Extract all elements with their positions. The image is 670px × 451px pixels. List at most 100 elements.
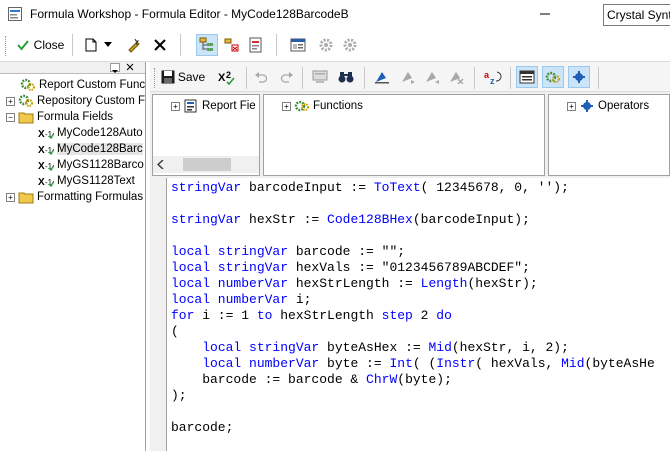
tree-close-button[interactable]: [124, 63, 136, 72]
code-keyword: Mid: [561, 356, 585, 371]
formula-field-icon: X -1: [38, 161, 54, 172]
folder-icon: [18, 192, 34, 204]
code-text: (hexStr, i, 2);: [451, 340, 569, 355]
code-line: local numberVar byte := Int( (Instr( hex…: [171, 356, 655, 371]
code-text: ( (: [412, 356, 437, 371]
show-report-button[interactable]: [246, 34, 266, 56]
code-text: byte :=: [319, 356, 390, 371]
clear-bookmarks-button[interactable]: [446, 66, 466, 88]
code-line: local numberVar hexStrLength := Length(h…: [171, 276, 538, 291]
sort-alphabetically-button[interactable]: az: [482, 66, 504, 88]
report-icon: [249, 37, 262, 53]
code-text: barcodeInput :=: [241, 180, 374, 195]
tree-item-formatting-formulas[interactable]: + Formatting Formulas: [0, 189, 145, 205]
previous-bookmark-icon: [426, 72, 439, 84]
tree-item-label: Formula Fields: [37, 111, 114, 123]
toggle-operator-tree-button[interactable]: [568, 66, 590, 88]
tree-item-report-custom-functions[interactable]: Report Custom Func: [0, 77, 145, 93]
code-line: (: [171, 324, 179, 339]
svg-text:X: X: [218, 72, 226, 84]
code-keyword: Instr: [436, 356, 476, 371]
scrollbar-thumb[interactable]: [183, 158, 231, 171]
horizontal-scrollbar[interactable]: [153, 156, 259, 173]
dropdown-arrow-icon: [104, 42, 112, 47]
collapse-toggle[interactable]: −: [6, 112, 15, 122]
delete-button[interactable]: [150, 34, 170, 56]
show-formula-button[interactable]: [222, 34, 242, 56]
next-bookmark-button[interactable]: [398, 66, 418, 88]
main-toolbar: Close: [0, 28, 670, 62]
check-syntax-icon: X2: [218, 70, 235, 85]
editor-toolbar: Save X2 az: [150, 62, 670, 92]
find-button[interactable]: [336, 66, 356, 88]
report-fields-icon: [184, 99, 197, 113]
new-button[interactable]: [82, 34, 100, 56]
code-text: (hexStr);: [467, 276, 538, 291]
bookmark-icon: [375, 72, 389, 84]
svg-text:X: X: [38, 161, 45, 172]
toggle-tree-button[interactable]: [196, 34, 218, 56]
close-button[interactable]: Close: [14, 34, 66, 56]
code-keyword: for: [171, 308, 195, 323]
previous-bookmark-button[interactable]: [422, 66, 442, 88]
properties-icon: [290, 38, 306, 52]
code-line: for i := 1 to hexStrLength step 2 do: [171, 308, 452, 323]
close-icon: [126, 63, 134, 71]
code-text: ( hexVals,: [475, 356, 562, 371]
new-dropdown-button[interactable]: [102, 34, 114, 56]
tree-item-formula[interactable]: X -1 MyGS1128Text: [0, 173, 145, 189]
report-fields-label[interactable]: Report Fie: [202, 100, 256, 112]
custom-function-icon: [20, 78, 35, 91]
code-text: (barcodeInput);: [412, 212, 530, 227]
binoculars-icon: [338, 72, 354, 83]
operators-label[interactable]: Operators: [598, 100, 649, 112]
gear-icon: [319, 38, 333, 52]
options-button[interactable]: [288, 34, 308, 56]
undo-button[interactable]: [252, 66, 270, 88]
tree-item-formula[interactable]: X -1 MyCode128Auto: [0, 125, 145, 141]
code-text: barcode := "";: [288, 244, 406, 259]
minimize-button[interactable]: [522, 0, 568, 28]
gear-icon: [343, 38, 357, 52]
code-text: (byte);: [397, 372, 452, 387]
functions-label[interactable]: Functions: [313, 100, 363, 112]
code-text: (: [171, 324, 179, 339]
window-title: Formula Workshop - Formula Editor - MyCo…: [30, 7, 349, 21]
settings-button-1[interactable]: [316, 34, 336, 56]
code-keyword: stringVar: [171, 180, 242, 195]
functions-icon: [294, 100, 309, 112]
settings-button-2[interactable]: [340, 34, 360, 56]
code-keyword: local numberVar: [171, 292, 289, 307]
code-keyword: ToText: [373, 180, 421, 195]
formula-field-icon: X -1: [38, 129, 54, 140]
formula-text-editor[interactable]: stringVar barcodeInput := ToText( 123456…: [166, 178, 670, 451]
undo-icon: [255, 72, 268, 83]
code-text: 2: [412, 308, 437, 323]
toggle-function-tree-button[interactable]: [542, 66, 564, 88]
svg-text:X: X: [38, 177, 45, 188]
redo-button[interactable]: [278, 66, 296, 88]
expand-toggle[interactable]: +: [6, 192, 15, 202]
check-syntax-button[interactable]: X2: [216, 66, 238, 88]
code-text: hexStrLength: [272, 308, 382, 323]
save-button[interactable]: Save: [160, 66, 206, 88]
tree-item-repository-custom-functions[interactable]: + Repository Custom F: [0, 93, 145, 109]
tree-dropdown-button[interactable]: [110, 63, 120, 73]
syntax-select[interactable]: Crystal Syntax: [603, 4, 670, 26]
expand-toggle[interactable]: +: [567, 101, 576, 111]
toggle-field-tree-button[interactable]: [516, 66, 538, 88]
code-keyword: local numberVar: [202, 356, 320, 371]
expand-toggle[interactable]: +: [282, 101, 291, 111]
tree-item-formula-fields[interactable]: − Formula Fields: [0, 109, 145, 125]
chevron-left-icon[interactable]: [157, 160, 165, 169]
sort-az-icon: az: [484, 70, 502, 85]
tree-item-formula[interactable]: X -1 MyGS1128Barco: [0, 157, 145, 173]
rename-button[interactable]: [124, 34, 144, 56]
browse-data-button[interactable]: [310, 66, 330, 88]
svg-text:z: z: [490, 76, 495, 85]
tree-item-formula-selected[interactable]: X -1 MyCode128Barc: [0, 141, 145, 157]
expand-toggle[interactable]: +: [171, 101, 180, 111]
code-text: i;: [288, 292, 312, 307]
toggle-bookmark-button[interactable]: [372, 66, 392, 88]
expand-toggle[interactable]: +: [6, 96, 15, 106]
